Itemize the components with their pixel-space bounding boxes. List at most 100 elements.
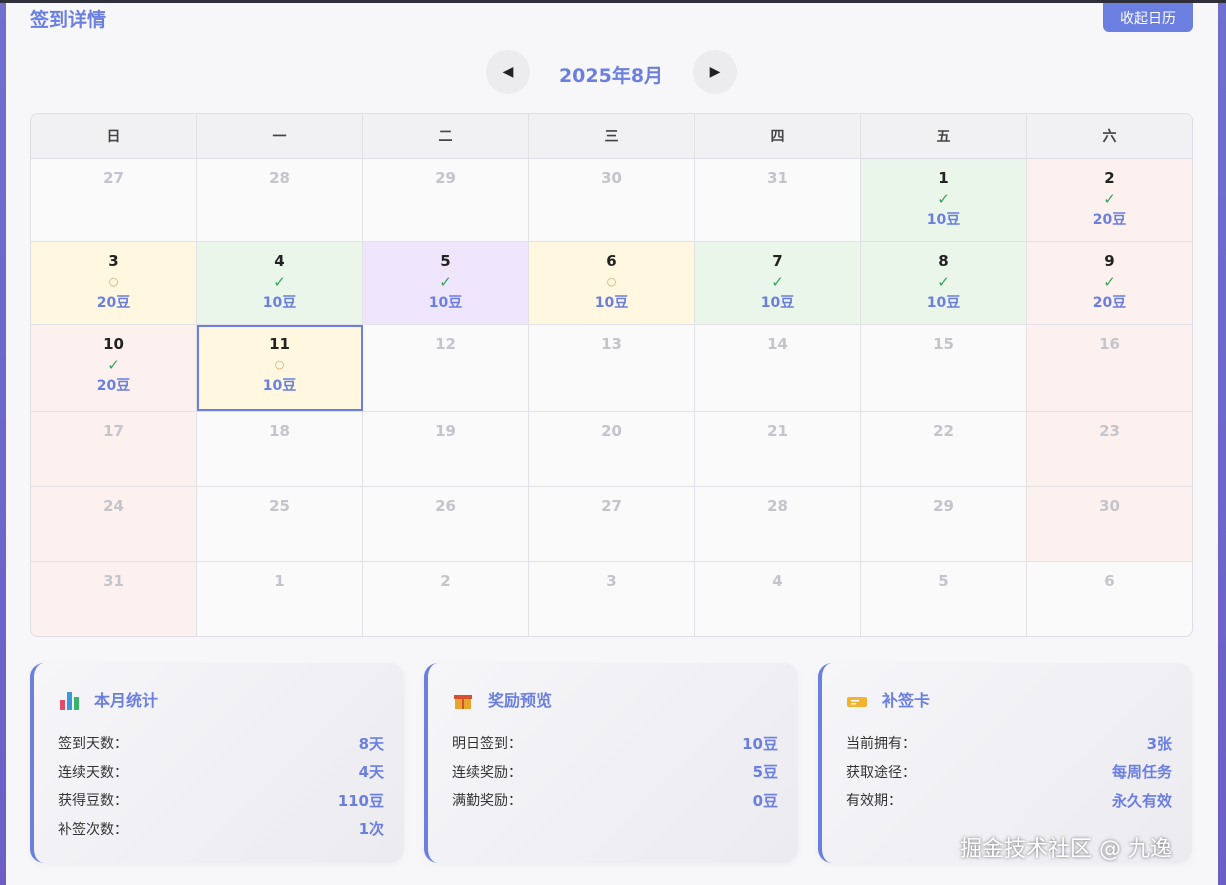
calendar-day[interactable]: 16 — [1027, 325, 1192, 411]
calendar-week: 3 ○ 20豆 4 ✓ 10豆 5 ✓ 10豆 6 ○ 10豆 7 ✓ 10豆 8 ✓ 10豆 9 ✓ 20豆 — [31, 242, 1192, 325]
calendar-day[interactable]: 2 ✓ 20豆 — [1027, 159, 1192, 241]
calendar-day[interactable]: 25 — [197, 487, 363, 561]
day-number: 8 — [938, 252, 949, 270]
day-number: 20 — [601, 422, 622, 440]
stat-value: 8天 — [358, 734, 384, 753]
calendar-day[interactable]: 31 — [31, 562, 197, 636]
check-icon: ✓ — [107, 356, 120, 374]
calendar-day[interactable]: 22 — [861, 412, 1027, 486]
calendar-day[interactable]: 2 — [363, 562, 529, 636]
calendar-day[interactable]: 19 — [363, 412, 529, 486]
calendar-day[interactable]: 27 — [31, 159, 197, 241]
calendar-day[interactable]: 21 — [695, 412, 861, 486]
day-number: 18 — [269, 422, 290, 440]
day-number: 28 — [269, 169, 290, 187]
calendar-day[interactable]: 4 — [695, 562, 861, 636]
weekday-label: 五 — [861, 114, 1027, 158]
calendar-day[interactable]: 30 — [529, 159, 695, 241]
calendar-day[interactable]: 3 — [529, 562, 695, 636]
pending-circle-icon: ○ — [108, 275, 119, 288]
calendar-day[interactable]: 12 — [363, 325, 529, 411]
day-number: 6 — [1104, 572, 1115, 590]
calendar-day[interactable]: 28 — [695, 487, 861, 561]
calendar-day[interactable]: 23 — [1027, 412, 1192, 486]
calendar-week: 24 25 26 27 28 29 30 — [31, 487, 1192, 562]
calendar-day[interactable]: 8 ✓ 10豆 — [861, 242, 1027, 324]
day-number: 31 — [767, 169, 788, 187]
calendar-day[interactable]: 4 ✓ 10豆 — [197, 242, 363, 324]
stat-value: 10豆 — [742, 734, 778, 753]
card-title: 奖励预览 — [488, 691, 553, 710]
pending-circle-icon: ○ — [274, 358, 285, 371]
day-number: 16 — [1099, 335, 1120, 353]
day-number: 5 — [440, 252, 451, 270]
calendar-day[interactable]: 29 — [363, 159, 529, 241]
calendar-day[interactable]: 28 — [197, 159, 363, 241]
day-number: 14 — [767, 335, 788, 353]
day-number: 25 — [269, 497, 290, 515]
calendar-day-today[interactable]: 11 ○ 10豆 — [197, 325, 363, 411]
day-number: 1 — [938, 169, 949, 187]
card-title: 本月统计 — [94, 691, 159, 710]
check-icon: ✓ — [439, 273, 452, 291]
collapse-calendar-button[interactable]: 收起日历 — [1103, 3, 1193, 32]
prev-month-button[interactable]: ◀ — [486, 50, 530, 94]
stat-label: 连续天数： — [58, 764, 128, 781]
calendar-day[interactable]: 29 — [861, 487, 1027, 561]
calendar-day[interactable]: 7 ✓ 10豆 — [695, 242, 861, 324]
day-number: 29 — [933, 497, 954, 515]
calendar-day[interactable]: 9 ✓ 20豆 — [1027, 242, 1192, 324]
calendar-week: 10 ✓ 20豆 11 ○ 10豆 12 13 14 15 16 — [31, 325, 1192, 412]
calendar-week: 31 1 2 3 4 5 6 — [31, 562, 1192, 636]
calendar-day[interactable]: 17 — [31, 412, 197, 486]
day-number: 31 — [103, 572, 124, 590]
calendar-day[interactable]: 5 ✓ 10豆 — [363, 242, 529, 324]
stat-row: 明日签到： 10豆 — [452, 729, 778, 758]
day-number: 29 — [435, 169, 456, 187]
calendar-day[interactable]: 5 — [861, 562, 1027, 636]
calendar-day[interactable]: 1 — [197, 562, 363, 636]
checkin-detail-panel: 签到详情 收起日历 ◀ 2025年8月 ▶ 日 一 二 三 四 五 六 27 28… — [6, 3, 1218, 885]
calendar-day[interactable]: 10 ✓ 20豆 — [31, 325, 197, 411]
card-title: 补签卡 — [882, 691, 931, 710]
calendar-day[interactable]: 27 — [529, 487, 695, 561]
day-number: 3 — [606, 572, 617, 590]
calendar-day[interactable]: 14 — [695, 325, 861, 411]
day-number: 17 — [103, 422, 124, 440]
calendar-day[interactable]: 31 — [695, 159, 861, 241]
day-beans: 20豆 — [1092, 295, 1127, 311]
calendar-day[interactable]: 6 — [1027, 562, 1192, 636]
chevron-left-icon: ◀ — [502, 64, 514, 80]
calendar-day[interactable]: 15 — [861, 325, 1027, 411]
stat-row: 补签次数： 1次 — [58, 815, 384, 844]
day-beans: 10豆 — [428, 295, 463, 311]
calendar-day[interactable]: 1 ✓ 10豆 — [861, 159, 1027, 241]
day-number: 1 — [274, 572, 285, 590]
day-number: 3 — [108, 252, 119, 270]
calendar-day[interactable]: 13 — [529, 325, 695, 411]
calendar-day[interactable]: 24 — [31, 487, 197, 561]
calendar-weeks: 27 28 29 30 31 1 ✓ 10豆 2 ✓ 20豆 3 ○ 20豆 4 ✓ 10豆 5 ✓ 10豆 6 ○ 10豆… — [31, 159, 1192, 636]
calendar-day[interactable]: 18 — [197, 412, 363, 486]
next-month-button[interactable]: ▶ — [693, 50, 737, 94]
bar-chart-icon — [58, 688, 80, 710]
day-number: 30 — [601, 169, 622, 187]
calendar-day[interactable]: 6 ○ 10豆 — [529, 242, 695, 324]
day-number: 2 — [1104, 169, 1115, 187]
weekday-label: 四 — [695, 114, 861, 158]
stat-value: 1次 — [358, 820, 384, 839]
check-icon: ✓ — [771, 273, 784, 291]
calendar-day[interactable]: 20 — [529, 412, 695, 486]
day-number: 5 — [938, 572, 949, 590]
weekday-header: 日 一 二 三 四 五 六 — [31, 114, 1192, 159]
day-number: 23 — [1099, 422, 1120, 440]
calendar-day[interactable]: 26 — [363, 487, 529, 561]
calendar-day[interactable]: 3 ○ 20豆 — [31, 242, 197, 324]
day-beans: 20豆 — [96, 295, 131, 311]
check-icon: ✓ — [1103, 190, 1116, 208]
day-number: 27 — [601, 497, 622, 515]
calendar-day[interactable]: 30 — [1027, 487, 1192, 561]
stat-label: 签到天数： — [58, 736, 128, 753]
weekday-label: 二 — [363, 114, 529, 158]
month-label: 2025年8月 — [558, 65, 664, 87]
